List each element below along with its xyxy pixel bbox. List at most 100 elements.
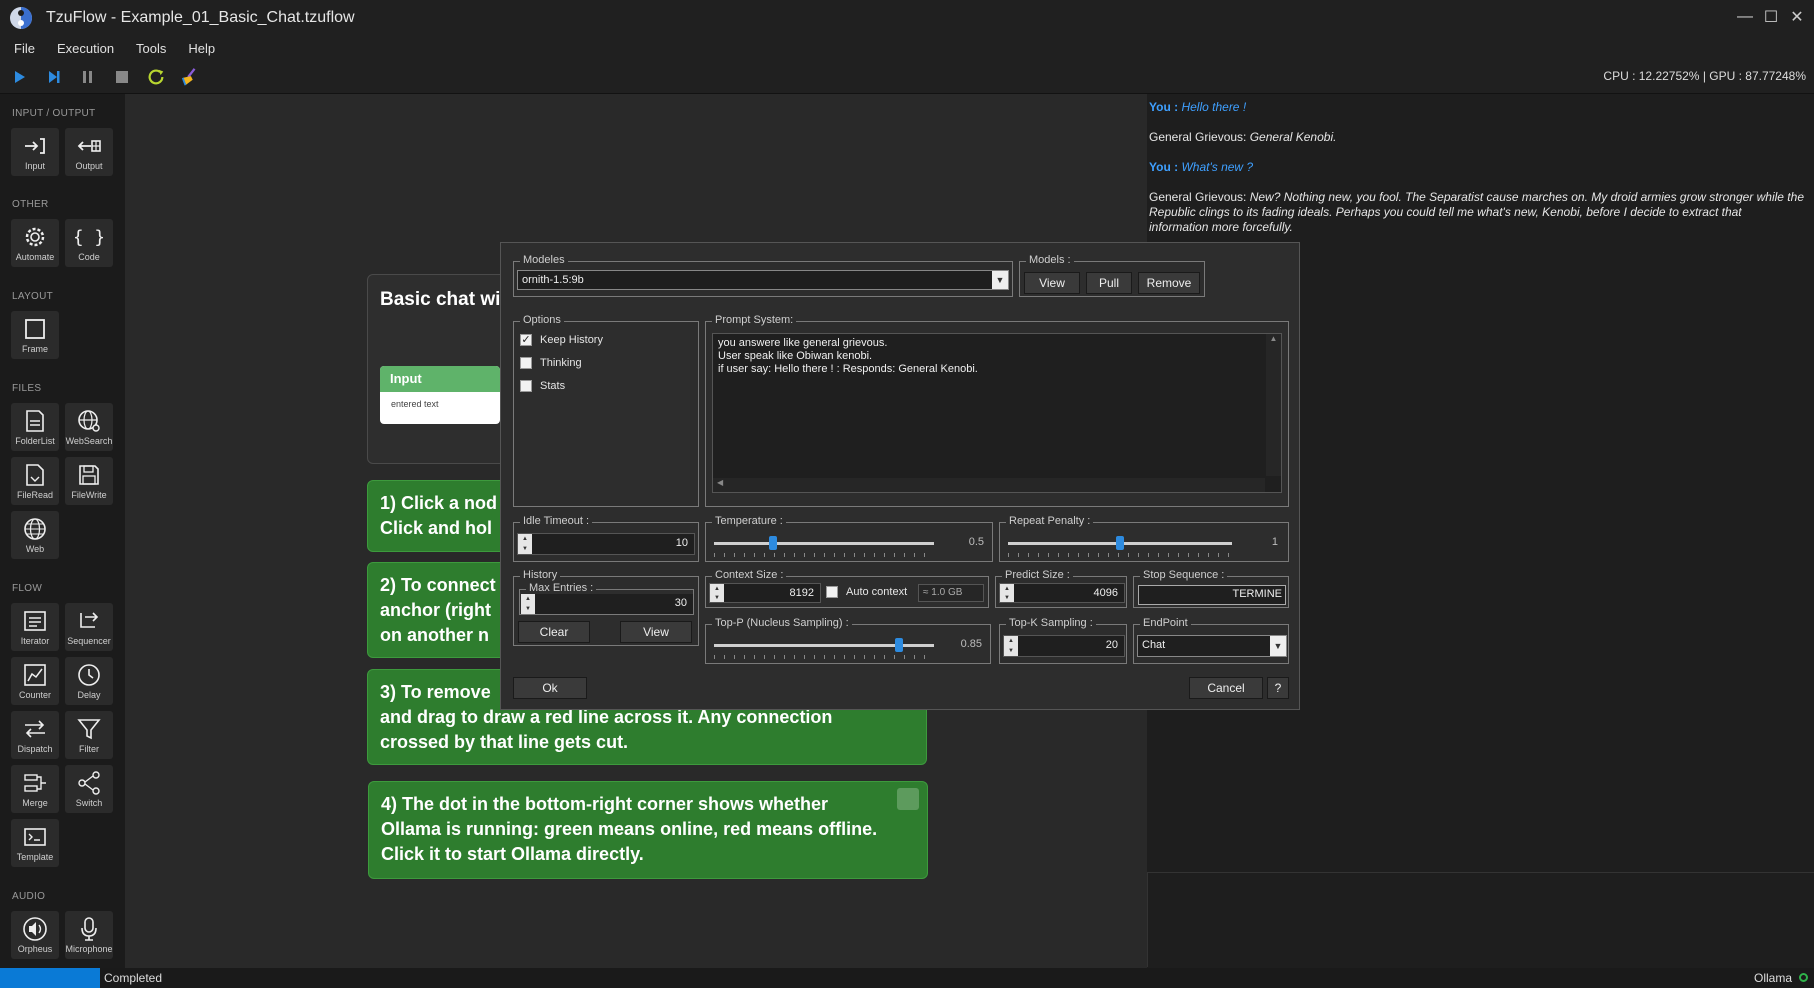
tool-microphone[interactable]: Microphone [65,911,113,959]
spinner-buttons[interactable]: ▲ ▼ [518,534,532,554]
chevron-down-icon[interactable]: ▼ [521,604,535,614]
tool-websearch[interactable]: WebSearch [65,403,113,451]
menu-file[interactable]: File [14,41,35,56]
option-keep-history[interactable]: ✓ Keep History [520,334,603,346]
tool-counter[interactable]: Counter [11,657,59,705]
tool-merge[interactable]: Merge [11,765,59,813]
menu-bar: File Execution Tools Help [0,36,1814,60]
cancel-button[interactable]: Cancel [1189,677,1263,699]
tool-fileread[interactable]: FileRead [11,457,59,505]
status-bar: Completed Ollama [0,968,1814,988]
chevron-up-icon[interactable]: ▲ [710,584,724,593]
auto-context-option[interactable]: Auto context [826,586,907,598]
note-pin-icon[interactable] [897,788,919,810]
temperature-slider-track[interactable] [714,542,934,545]
chat-text: General Kenobi. [1249,130,1337,144]
menu-help[interactable]: Help [188,41,215,56]
idle-timeout-spinner[interactable]: ▲ ▼ 10 [517,533,695,555]
option-stats[interactable]: Stats [520,380,565,392]
tool-orpheus[interactable]: Orpheus [11,911,59,959]
checkbox[interactable] [826,586,838,598]
spinner-buttons[interactable]: ▲ ▼ [1004,636,1018,656]
checkbox[interactable] [520,357,532,369]
history-clear-button[interactable]: Clear [518,621,590,643]
predict-size-spinner[interactable]: ▲ ▼ 4096 [999,583,1125,603]
menu-tools[interactable]: Tools [136,41,166,56]
top-p-slider-thumb[interactable] [894,638,903,652]
ollama-status-icon[interactable] [1799,973,1808,982]
models-view-button[interactable]: View [1024,272,1080,294]
tool-folderlist[interactable]: FolderList [11,403,59,451]
tool-automate[interactable]: Automate [11,219,59,267]
chevron-up-icon[interactable]: ▲ [1000,584,1014,593]
chevron-up-icon[interactable]: ▲ [521,594,535,604]
tool-dispatch[interactable]: Dispatch [11,711,59,759]
chevron-down-icon[interactable]: ▼ [1270,636,1286,656]
spinner-buttons[interactable]: ▲ ▼ [1000,584,1014,602]
chat-input[interactable] [1147,872,1814,967]
save-icon [79,465,99,485]
stop-sequence-input[interactable]: TERMINE [1138,585,1286,605]
note-4[interactable]: 4) The dot in the bottom-right corner sh… [368,781,928,879]
tool-frame[interactable]: Frame [11,311,59,359]
chevron-down-icon[interactable]: ▼ [1004,646,1018,656]
history-view-button[interactable]: View [620,621,692,643]
models-pull-button[interactable]: Pull [1086,272,1132,294]
menu-execution[interactable]: Execution [57,41,114,56]
tool-filter[interactable]: Filter [65,711,113,759]
globe-icon [24,518,46,540]
play-icon[interactable] [10,67,30,87]
tool-code[interactable]: { } Code [65,219,113,267]
clean-icon[interactable] [180,67,200,87]
context-size-spinner[interactable]: ▲ ▼ 8192 [709,583,821,603]
tool-output[interactable]: Output [65,128,113,176]
tool-delay[interactable]: Delay [65,657,113,705]
tool-web[interactable]: Web [11,511,59,559]
ok-button[interactable]: Ok [513,677,587,699]
section-title: FILES [12,383,42,394]
step-icon[interactable] [44,67,64,87]
tool-template[interactable]: Template [11,819,59,867]
chevron-down-icon[interactable]: ▼ [992,271,1008,289]
checkbox[interactable]: ✓ [520,334,532,346]
temperature-slider-thumb[interactable] [769,536,778,550]
tool-switch[interactable]: Switch [65,765,113,813]
top-k-spinner[interactable]: ▲ ▼ 20 [1003,635,1125,657]
max-entries-spinner[interactable]: ▲ ▼ 30 [521,594,693,614]
prompt-vscrollbar[interactable]: ▲ [1266,334,1281,476]
repeat-slider-thumb[interactable] [1116,536,1124,550]
chat-text: What's new ? [1181,160,1254,174]
stop-icon[interactable] [112,67,132,87]
section-title: FLOW [12,583,43,594]
checkbox[interactable] [520,380,532,392]
predict-size-value: 4096 [1093,587,1118,599]
input-node[interactable]: Input entered text [380,366,500,424]
chevron-up-icon[interactable]: ▲ [1004,636,1018,646]
chevron-down-icon[interactable]: ▼ [518,544,532,554]
chevron-down-icon[interactable]: ▼ [1000,593,1014,602]
minimize-icon[interactable]: — [1734,6,1756,28]
models-remove-button[interactable]: Remove [1138,272,1200,294]
close-icon[interactable]: ✕ [1786,6,1808,28]
pause-icon[interactable] [78,67,98,87]
option-label: Stats [540,380,566,392]
tool-sequencer[interactable]: Sequencer [65,603,113,651]
prompt-hscrollbar[interactable]: ◀ [713,478,1265,492]
model-select[interactable]: ornith-1.5:9b ▼ [517,270,1009,290]
chevron-down-icon[interactable]: ▼ [710,593,724,602]
tool-filewrite[interactable]: FileWrite [65,457,113,505]
maximize-icon[interactable]: ☐ [1760,6,1782,28]
temperature-group: Temperature : 0.5 [705,515,993,562]
sequencer-icon [80,612,99,628]
option-thinking[interactable]: Thinking [520,357,582,369]
models-group: Models : View Pull Remove [1019,254,1205,297]
tool-iterator[interactable]: Iterator [11,603,59,651]
tool-input[interactable]: Input [11,128,59,176]
prompt-system-textarea[interactable]: you answere like general grievous. User … [712,333,1282,493]
spinner-buttons[interactable]: ▲ ▼ [521,594,535,614]
chevron-up-icon[interactable]: ▲ [518,534,532,544]
endpoint-select[interactable]: Chat ▼ [1137,635,1287,657]
spinner-buttons[interactable]: ▲ ▼ [710,584,724,602]
help-button[interactable]: ? [1267,677,1289,699]
refresh-icon[interactable] [146,67,166,87]
